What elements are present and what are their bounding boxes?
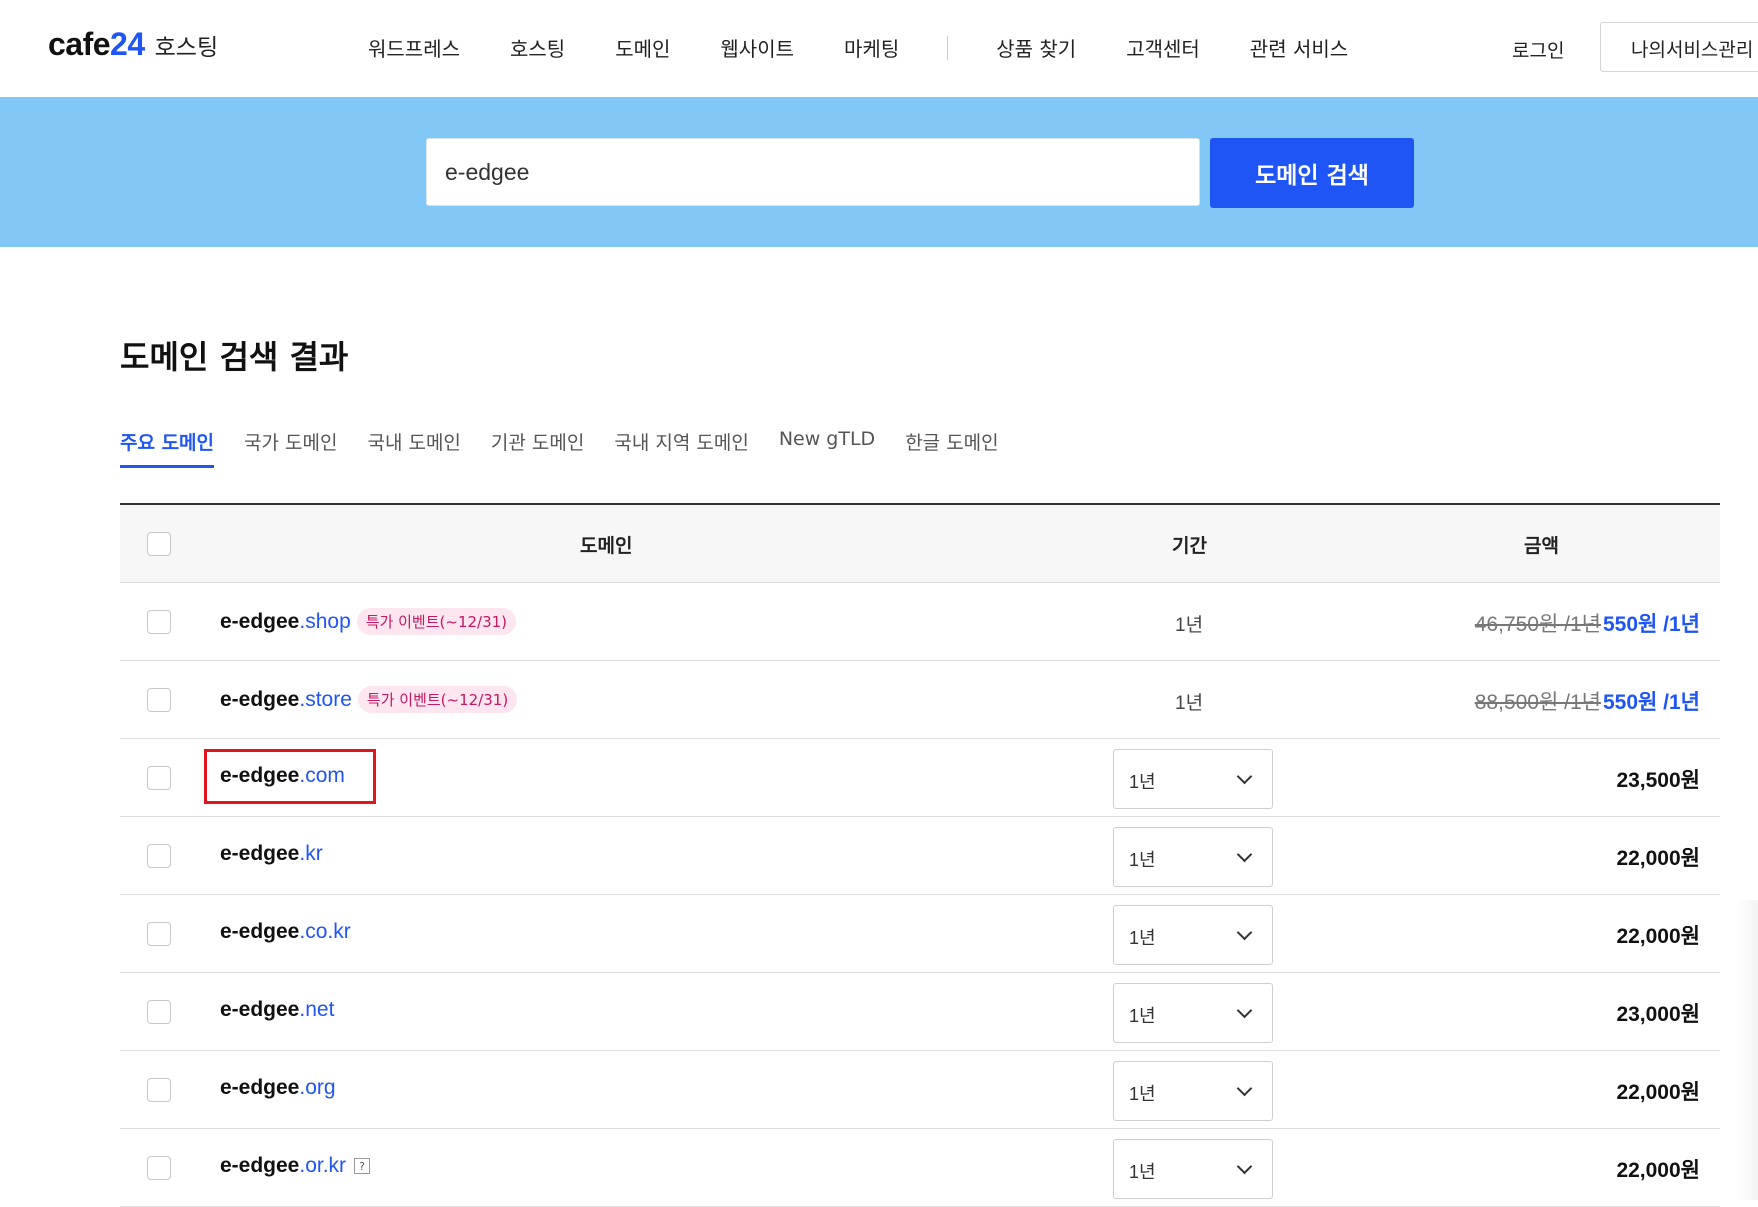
page-title: 도메인 검색 결과 [120, 338, 349, 376]
row-checkbox[interactable] [147, 688, 171, 712]
logo-subtitle: 호스팅 [154, 35, 219, 61]
tab-institution-domain[interactable]: 기관 도메인 [491, 428, 584, 468]
table-row: e-edgee .or.kr ? 1년 22,000원 [120, 1129, 1720, 1207]
row-checkbox[interactable] [147, 922, 171, 946]
chevron-down-icon [1236, 1080, 1253, 1097]
table-row: e-edgee .co.kr 1년 22,000원 [120, 895, 1720, 973]
period-select[interactable]: 1년 [1113, 983, 1273, 1043]
nav-related-services[interactable]: 관련 서비스 [1250, 33, 1348, 62]
domain-name: e-edgee .store 특가 이벤트(~12/31) [220, 686, 518, 713]
nav-find-product[interactable]: 상품 찾기 [996, 33, 1076, 62]
tab-korean-domain[interactable]: 한글 도메인 [905, 428, 998, 468]
tab-new-gtld[interactable]: New gTLD [779, 428, 875, 468]
table-row: e-edgee .net 1년 23,000원 [120, 973, 1720, 1051]
period-select[interactable]: 1년 [1113, 1061, 1273, 1121]
row-checkbox[interactable] [147, 610, 171, 634]
price: 88,500원 /1년550원 /1년 [1475, 686, 1700, 716]
edge-shadow [1735, 900, 1758, 1200]
table-row: e-edgee .kr 1년 22,000원 [120, 817, 1720, 895]
event-badge: 특가 이벤트(~12/31) [357, 686, 518, 713]
tab-regional-domain[interactable]: 국내 지역 도메인 [614, 428, 748, 468]
price: 22,000원 [1616, 1159, 1700, 1182]
table-row: e-edgee .org 1년 22,000원 [120, 1051, 1720, 1129]
row-checkbox[interactable] [147, 844, 171, 868]
chevron-down-icon [1236, 924, 1253, 941]
price: 23,000원 [1616, 1003, 1700, 1026]
row-checkbox[interactable] [147, 1078, 171, 1102]
login-link[interactable]: 로그인 [1512, 36, 1564, 63]
logo-wordmark: cafe24 [48, 26, 145, 62]
period-select[interactable]: 1년 [1113, 1139, 1273, 1199]
nav-marketing[interactable]: 마케팅 [844, 33, 899, 62]
original-price: 46,750원 /1년 [1474, 613, 1601, 636]
price: 22,000원 [1616, 925, 1700, 948]
main-nav: 워드프레스 호스팅 도메인 웹사이트 마케팅 상품 찾기 고객센터 관련 서비스 [368, 33, 1398, 62]
domain-result-table: 도메인 기간 금액 e-edgee .shop 특가 이벤트(~12/31) 1년… [120, 503, 1720, 1207]
my-service-button[interactable]: 나의서비스관리 [1600, 22, 1758, 72]
domain-name: e-edgee .kr [220, 842, 323, 865]
domain-search-button[interactable]: 도메인 검색 [1210, 138, 1414, 208]
domain-name: e-edgee .co.kr [220, 920, 351, 943]
price: 23,500원 [1616, 769, 1700, 792]
tab-domestic-domain[interactable]: 국내 도메인 [367, 428, 460, 468]
price: 22,000원 [1616, 847, 1700, 870]
highlight-box [204, 749, 376, 804]
select-all-checkbox[interactable] [147, 532, 171, 556]
domain-name: e-edgee .shop 특가 이벤트(~12/31) [220, 608, 517, 635]
row-checkbox[interactable] [147, 766, 171, 790]
nav-website[interactable]: 웹사이트 [720, 33, 794, 62]
row-checkbox[interactable] [147, 1000, 171, 1024]
nav-domain[interactable]: 도메인 [615, 33, 670, 62]
table-row: e-edgee .store 특가 이벤트(~12/31) 1년 88,500원 … [120, 661, 1720, 739]
chevron-down-icon [1236, 1158, 1253, 1175]
period-text: 1년 [1175, 693, 1204, 714]
domain-search-input[interactable] [426, 138, 1200, 206]
price: 46,750원 /1년550원 /1년 [1475, 608, 1700, 638]
price: 22,000원 [1616, 1081, 1700, 1104]
nav-hosting[interactable]: 호스팅 [510, 33, 565, 62]
row-checkbox[interactable] [147, 1156, 171, 1180]
nav-divider [947, 35, 949, 60]
domain-name: e-edgee .org [220, 1076, 336, 1099]
period-select[interactable]: 1년 [1113, 827, 1273, 887]
table-row: e-edgee .com 1년 23,500원 [120, 739, 1720, 817]
table-header: 도메인 기간 금액 [120, 505, 1720, 583]
period-select[interactable]: 1년 [1113, 749, 1273, 809]
domain-category-tabs: 주요 도메인 국가 도메인 국내 도메인 기관 도메인 국내 지역 도메인 Ne… [120, 428, 1029, 468]
tab-major-domain[interactable]: 주요 도메인 [120, 428, 215, 468]
original-price: 88,500원 /1년 [1474, 691, 1601, 714]
cafe24-logo[interactable]: cafe24 호스팅 [48, 26, 218, 63]
nav-customer-center[interactable]: 고객센터 [1126, 33, 1200, 62]
column-header-price: 금액 [1524, 535, 1559, 557]
help-icon[interactable]: ? [354, 1158, 371, 1174]
chevron-down-icon [1236, 846, 1253, 863]
event-badge: 특가 이벤트(~12/31) [356, 608, 517, 635]
domain-search-band: 도메인 검색 [0, 97, 1758, 247]
chevron-down-icon [1236, 1002, 1253, 1019]
table-row: e-edgee .shop 특가 이벤트(~12/31) 1년 46,750원 /… [120, 583, 1720, 661]
sale-price: 550원 /1년 [1602, 691, 1700, 714]
period-select[interactable]: 1년 [1113, 905, 1273, 965]
nav-wordpress[interactable]: 워드프레스 [368, 33, 460, 62]
column-header-domain: 도메인 [580, 535, 633, 557]
column-header-period: 기간 [1172, 535, 1207, 557]
chevron-down-icon [1236, 768, 1253, 785]
sale-price: 550원 /1년 [1602, 613, 1700, 636]
top-header: cafe24 호스팅 워드프레스 호스팅 도메인 웹사이트 마케팅 상품 찾기 … [0, 0, 1758, 97]
domain-name: e-edgee .or.kr ? [220, 1154, 371, 1178]
period-text: 1년 [1175, 615, 1204, 636]
tab-country-domain[interactable]: 국가 도메인 [244, 428, 337, 468]
domain-name: e-edgee .net [220, 998, 335, 1021]
